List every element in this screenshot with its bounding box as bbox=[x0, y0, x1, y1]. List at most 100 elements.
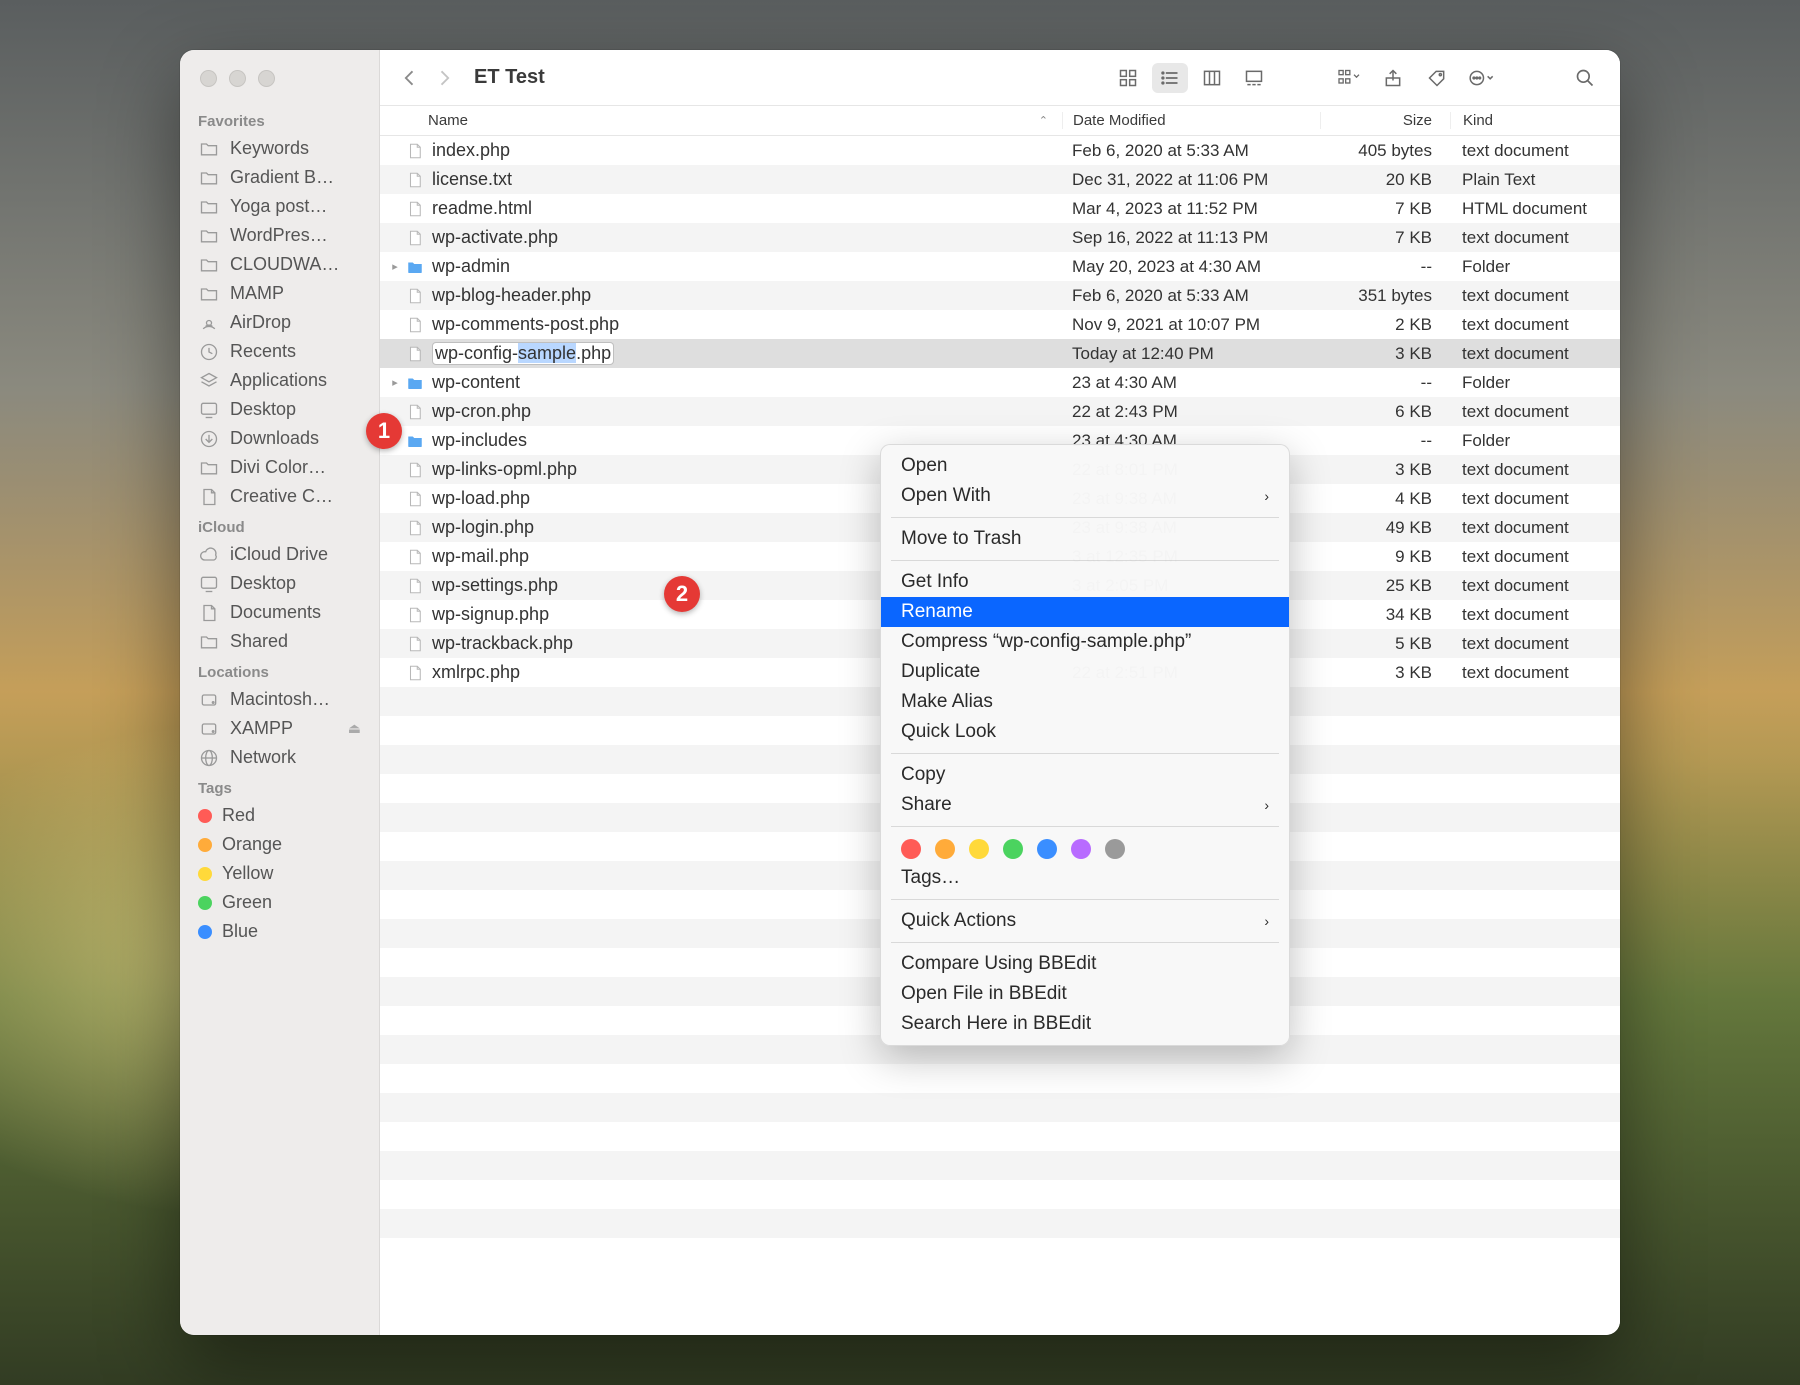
file-row[interactable]: license.txtDec 31, 2022 at 11:06 PM20 KB… bbox=[380, 165, 1620, 194]
tag-dot-icon bbox=[198, 867, 212, 881]
sidebar-item[interactable]: iCloud Drive bbox=[180, 540, 379, 569]
menu-item[interactable]: Rename bbox=[881, 597, 1289, 627]
sidebar-item[interactable]: Gradient B… bbox=[180, 163, 379, 192]
file-row[interactable]: wp-blog-header.phpFeb 6, 2020 at 5:33 AM… bbox=[380, 281, 1620, 310]
tag-swatch[interactable] bbox=[935, 839, 955, 859]
menu-item[interactable]: Open With› bbox=[881, 481, 1289, 511]
tag-swatch[interactable] bbox=[969, 839, 989, 859]
rename-input[interactable]: wp-config-sample.php bbox=[432, 342, 614, 365]
group-button[interactable] bbox=[1332, 63, 1366, 93]
sidebar-item-label: Documents bbox=[230, 602, 361, 623]
list-view-button[interactable] bbox=[1152, 63, 1188, 93]
sidebar-item[interactable]: Green bbox=[180, 888, 379, 917]
menu-item[interactable]: Tags… bbox=[881, 863, 1289, 893]
file-size: 405 bytes bbox=[1320, 141, 1450, 161]
sidebar-item[interactable]: Red bbox=[180, 801, 379, 830]
menu-item-label: Duplicate bbox=[901, 661, 980, 683]
share-button[interactable] bbox=[1376, 63, 1410, 93]
file-icon bbox=[404, 170, 426, 190]
col-header-name[interactable]: Name ⌃ bbox=[380, 112, 1062, 129]
empty-row bbox=[380, 1064, 1620, 1093]
sidebar-item[interactable]: Network bbox=[180, 743, 379, 772]
menu-item[interactable]: Share› bbox=[881, 790, 1289, 820]
eject-icon[interactable]: ⏏ bbox=[348, 720, 361, 737]
column-view-button[interactable] bbox=[1194, 63, 1230, 93]
sidebar-item[interactable]: Yellow bbox=[180, 859, 379, 888]
desktop-icon bbox=[198, 400, 220, 420]
menu-item[interactable]: Make Alias bbox=[881, 687, 1289, 717]
disclosure-triangle[interactable]: ▸ bbox=[386, 376, 404, 389]
tag-swatch[interactable] bbox=[1003, 839, 1023, 859]
back-button[interactable] bbox=[398, 66, 422, 90]
file-row[interactable]: wp-config-sample.phpToday at 12:40 PM3 K… bbox=[380, 339, 1620, 368]
menu-item[interactable]: Compress “wp-config-sample.php” bbox=[881, 627, 1289, 657]
tag-swatch[interactable] bbox=[901, 839, 921, 859]
disclosure-triangle[interactable]: ▸ bbox=[386, 260, 404, 273]
sidebar-item[interactable]: AirDrop bbox=[180, 308, 379, 337]
menu-item[interactable]: Duplicate bbox=[881, 657, 1289, 687]
sidebar-item[interactable]: MAMP bbox=[180, 279, 379, 308]
action-button[interactable] bbox=[1464, 63, 1498, 93]
folder-icon bbox=[198, 226, 220, 246]
sidebar-item[interactable]: Recents bbox=[180, 337, 379, 366]
sidebar-item[interactable]: Desktop bbox=[180, 395, 379, 424]
menu-item[interactable]: Search Here in BBEdit bbox=[881, 1009, 1289, 1039]
zoom-dot[interactable] bbox=[258, 70, 275, 87]
sidebar-item[interactable]: Divi Color… bbox=[180, 453, 379, 482]
close-dot[interactable] bbox=[200, 70, 217, 87]
sidebar-item[interactable]: Documents bbox=[180, 598, 379, 627]
tag-swatch[interactable] bbox=[1037, 839, 1057, 859]
file-row[interactable]: index.phpFeb 6, 2020 at 5:33 AM405 bytes… bbox=[380, 136, 1620, 165]
sidebar-item[interactable]: Macintosh… bbox=[180, 685, 379, 714]
sidebar-item[interactable]: Yoga post… bbox=[180, 192, 379, 221]
sidebar-item[interactable]: XAMPP ⏏ bbox=[180, 714, 379, 743]
menu-item[interactable]: Open bbox=[881, 451, 1289, 481]
col-header-size[interactable]: Size bbox=[1320, 112, 1450, 129]
sidebar-item-label: Macintosh… bbox=[230, 689, 361, 710]
search-button[interactable] bbox=[1568, 63, 1602, 93]
menu-item[interactable]: Copy bbox=[881, 760, 1289, 790]
sidebar-item[interactable]: Applications bbox=[180, 366, 379, 395]
sidebar-item-label: XAMPP bbox=[230, 718, 338, 739]
file-icon bbox=[404, 605, 426, 625]
file-size: 3 KB bbox=[1320, 460, 1450, 480]
tags-button[interactable] bbox=[1420, 63, 1454, 93]
col-header-date[interactable]: Date Modified bbox=[1062, 112, 1320, 129]
sidebar-item[interactable]: Blue bbox=[180, 917, 379, 946]
menu-item-label: Get Info bbox=[901, 571, 969, 593]
file-row[interactable]: readme.htmlMar 4, 2023 at 11:52 PM7 KBHT… bbox=[380, 194, 1620, 223]
sidebar-item[interactable]: Shared bbox=[180, 627, 379, 656]
gallery-view-button[interactable] bbox=[1236, 63, 1272, 93]
minimize-dot[interactable] bbox=[229, 70, 246, 87]
file-icon bbox=[404, 460, 426, 480]
menu-item[interactable]: Quick Actions› bbox=[881, 906, 1289, 936]
menu-item[interactable]: Get Info bbox=[881, 567, 1289, 597]
file-row[interactable]: wp-cron.php22 at 2:43 PM6 KBtext documen… bbox=[380, 397, 1620, 426]
menu-item[interactable]: Move to Trash bbox=[881, 524, 1289, 554]
sidebar-item[interactable]: CLOUDWA… bbox=[180, 250, 379, 279]
file-kind: Folder bbox=[1450, 257, 1620, 277]
file-row[interactable]: ▸wp-adminMay 20, 2023 at 4:30 AM--Folder bbox=[380, 252, 1620, 281]
sidebar-item-label: Shared bbox=[230, 631, 361, 652]
file-row[interactable]: ▸wp-content23 at 4:30 AM--Folder bbox=[380, 368, 1620, 397]
tag-swatch[interactable] bbox=[1105, 839, 1125, 859]
menu-item[interactable]: Quick Look bbox=[881, 717, 1289, 747]
sidebar-item[interactable]: Creative C… bbox=[180, 482, 379, 511]
forward-button[interactable] bbox=[432, 66, 456, 90]
file-row[interactable]: wp-comments-post.phpNov 9, 2021 at 10:07… bbox=[380, 310, 1620, 339]
menu-item-label: Quick Actions bbox=[901, 910, 1016, 932]
sidebar-item[interactable]: Orange bbox=[180, 830, 379, 859]
tag-swatches bbox=[881, 833, 1289, 863]
sidebar-item[interactable]: WordPres… bbox=[180, 221, 379, 250]
menu-item[interactable]: Open File in BBEdit bbox=[881, 979, 1289, 1009]
sidebar-item[interactable]: Keywords bbox=[180, 134, 379, 163]
icon-view-button[interactable] bbox=[1110, 63, 1146, 93]
tag-swatch[interactable] bbox=[1071, 839, 1091, 859]
menu-item[interactable]: Compare Using BBEdit bbox=[881, 949, 1289, 979]
menu-item-label: Quick Look bbox=[901, 721, 996, 743]
sidebar-item-label: Yoga post… bbox=[230, 196, 361, 217]
file-row[interactable]: wp-activate.phpSep 16, 2022 at 11:13 PM7… bbox=[380, 223, 1620, 252]
sidebar-item[interactable]: Desktop bbox=[180, 569, 379, 598]
sidebar-item[interactable]: Downloads bbox=[180, 424, 379, 453]
col-header-kind[interactable]: Kind bbox=[1450, 112, 1620, 129]
